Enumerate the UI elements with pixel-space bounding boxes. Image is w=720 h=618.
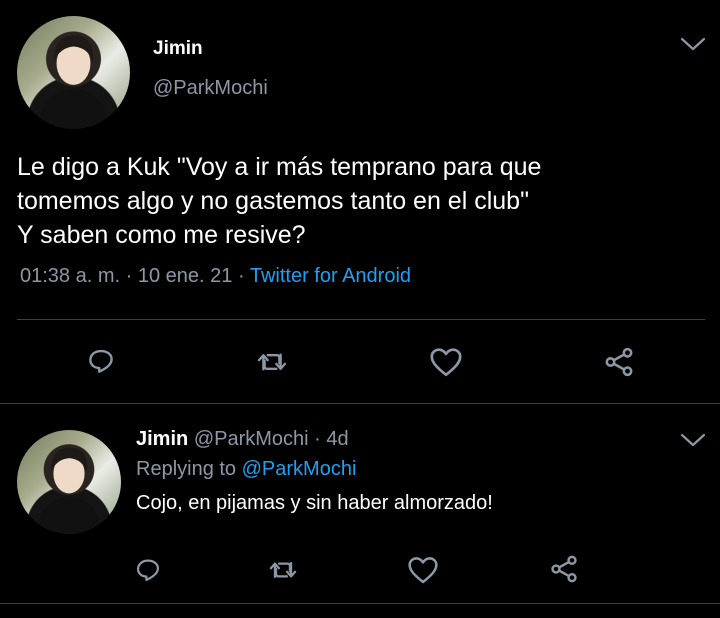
share-icon[interactable] [548, 553, 580, 585]
tweet-text-line: Y saben como me resive? [17, 221, 306, 249]
tweet-age[interactable]: 4d [326, 428, 348, 450]
avatar[interactable] [17, 430, 121, 534]
tweet-text-line: Le digo a Kuk "Voy a ir más temprano par… [17, 153, 542, 181]
reply-text: Cojo, en pijamas y sin haber almorzado! [136, 492, 493, 514]
separator-dot: · [125, 265, 133, 287]
heart-icon[interactable] [407, 555, 439, 585]
retweet-icon[interactable] [256, 347, 288, 377]
replying-to-handle[interactable]: @ParkMochi [242, 458, 357, 480]
reply-icon[interactable] [86, 346, 116, 376]
divider [0, 603, 720, 604]
handle[interactable]: @ParkMochi [153, 77, 268, 100]
replying-to: Replying to @ParkMochi [136, 458, 356, 481]
tweet-source[interactable]: Twitter for Android [250, 265, 411, 287]
separator-dot: · [237, 265, 245, 287]
reply-icon[interactable] [134, 556, 162, 584]
divider [17, 319, 705, 320]
tweet-date[interactable]: 10 ene. 21 [138, 265, 233, 287]
separator-dot: · [314, 428, 321, 450]
display-name[interactable]: Jimin [136, 428, 188, 450]
avatar[interactable] [17, 16, 130, 129]
share-icon[interactable] [602, 345, 636, 379]
divider [0, 403, 720, 404]
tweet-time[interactable]: 01:38 a. m. [20, 265, 120, 287]
heart-icon[interactable] [429, 346, 463, 378]
handle[interactable]: @ParkMochi [194, 428, 309, 450]
tweet-meta: 01:38 a. m. · 10 ene. 21 · Twitter for A… [20, 265, 411, 288]
tweet-text: Le digo a Kuk "Voy a ir más temprano par… [17, 150, 707, 252]
chevron-down-icon[interactable] [680, 36, 706, 52]
tweet-text-line: tomemos algo y no gastemos tanto en el c… [17, 187, 529, 215]
reply-header: Jimin @ParkMochi · 4d [136, 428, 349, 451]
chevron-down-icon[interactable] [680, 432, 706, 448]
replying-to-label: Replying to [136, 458, 237, 480]
display-name[interactable]: Jimin [153, 38, 203, 60]
retweet-icon[interactable] [268, 556, 298, 584]
